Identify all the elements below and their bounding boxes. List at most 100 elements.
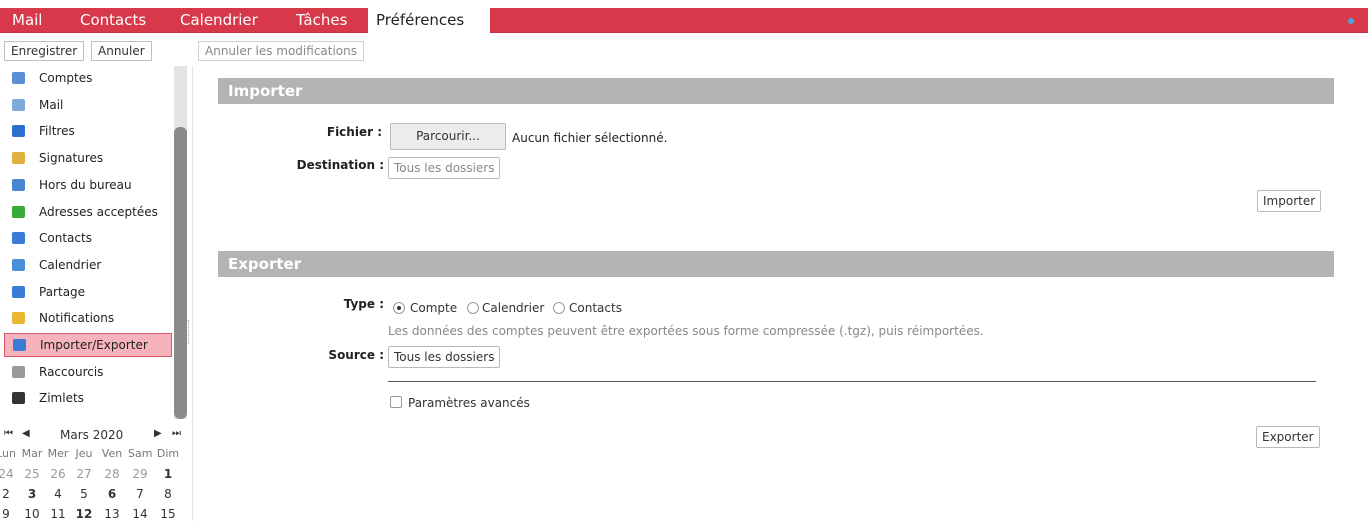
calendar-day[interactable]: 9 <box>0 507 18 521</box>
status-indicator-icon <box>1348 18 1354 24</box>
sidebar-item-zimlets[interactable]: Zimlets <box>4 386 172 410</box>
sidebar-item-hors-du-bureau[interactable]: Hors du bureau <box>4 173 172 197</box>
calendar-day[interactable]: 8 <box>156 487 180 501</box>
calendar-day[interactable]: 26 <box>46 467 70 481</box>
sidebar-item-comptes[interactable]: Comptes <box>4 66 172 90</box>
sidebar-item-notifications[interactable]: Notifications <box>4 306 172 330</box>
calendar-day[interactable]: 28 <box>100 467 124 481</box>
sidebar-item-label: Signatures <box>39 151 104 166</box>
advanced-settings-checkbox[interactable] <box>390 396 402 408</box>
calendar-icon <box>12 258 25 271</box>
type-contacts-label[interactable]: Contacts <box>569 301 622 315</box>
calendar-day[interactable]: 7 <box>128 487 152 501</box>
next-year-icon[interactable]: ⏭ <box>172 428 181 439</box>
calendar-day[interactable]: 12 <box>72 507 96 521</box>
sidebar-item-label: Adresses acceptées <box>39 204 158 219</box>
prev-month-icon[interactable]: ◀ <box>22 428 30 439</box>
panel-divider <box>192 66 193 521</box>
mini-calendar: ⏮ ◀ Mars 2020 ▶ ⏭ Lun Mar Mer Jeu Ven SamDim 2… <box>0 426 190 521</box>
import-section-header: Importer <box>218 78 1334 104</box>
export-button[interactable]: Exporter <box>1256 426 1320 448</box>
export-hint-text: Les données des comptes peuvent être exp… <box>388 324 984 338</box>
destination-label: Destination : <box>296 158 384 172</box>
signature-icon <box>12 152 25 165</box>
next-month-icon[interactable]: ▶ <box>154 428 162 439</box>
calendar-day[interactable]: 14 <box>128 507 152 521</box>
tab-contacts[interactable]: Contacts <box>72 8 154 32</box>
calendar-day[interactable]: 24 <box>0 467 18 481</box>
sidebar-item-contacts[interactable]: Contacts <box>4 226 172 250</box>
sidebar-item-label: Calendrier <box>39 257 102 272</box>
import-button[interactable]: Importer <box>1257 190 1322 212</box>
zimlet-icon <box>12 392 25 405</box>
source-folder-select[interactable]: Tous les dossiers <box>388 346 501 368</box>
sharing-icon <box>12 285 25 298</box>
calendar-day[interactable]: 5 <box>72 487 96 501</box>
sidebar-item-importer-exporter[interactable]: Importer/Exporter <box>4 333 172 357</box>
calendar-month-label[interactable]: Mars 2020 <box>60 428 123 442</box>
calendar-day[interactable]: 29 <box>128 467 152 481</box>
save-button[interactable]: Enregistrer <box>4 41 85 61</box>
sidebar-item-filtres[interactable]: Filtres <box>4 119 172 143</box>
type-calendar-label[interactable]: Calendrier <box>482 301 544 315</box>
calendar-day[interactable]: 10 <box>20 507 44 521</box>
bell-icon <box>12 312 25 325</box>
browse-file-button[interactable]: Parcourir... <box>390 123 506 150</box>
sidebar-item-signatures[interactable]: Signatures <box>4 146 172 170</box>
sidebar-item-label: Importer/Exporter <box>40 338 148 352</box>
weekday-header: Lun <box>0 447 16 460</box>
mail-icon <box>12 98 25 111</box>
keyboard-shortcut-icon <box>12 365 25 378</box>
calendar-day[interactable]: 13 <box>100 507 124 521</box>
out-of-office-icon <box>12 178 25 191</box>
trusted-shield-icon <box>12 205 25 218</box>
sidebar-item-label: Contacts <box>39 231 92 246</box>
destination-folder-select[interactable]: Tous les dossiers <box>388 157 501 179</box>
calendar-day[interactable]: 25 <box>20 467 44 481</box>
calendar-day[interactable]: 3 <box>20 487 44 501</box>
sidebar-item-partage[interactable]: Partage <box>4 280 172 304</box>
calendar-day[interactable]: 2 <box>0 487 18 501</box>
section-divider <box>388 381 1316 382</box>
weekday-header: Mer <box>47 447 69 460</box>
type-calendar-radio[interactable] <box>467 302 479 314</box>
sidebar-scroll-thumb[interactable] <box>174 127 187 419</box>
undo-changes-button[interactable]: Annuler les modifications <box>198 41 365 61</box>
contacts-icon <box>12 232 25 245</box>
sidebar-item-raccourcis[interactable]: Raccourcis <box>4 360 172 384</box>
calendar-day[interactable]: 11 <box>46 507 70 521</box>
weekday-header: Ven <box>101 447 123 460</box>
source-label: Source : <box>328 348 384 362</box>
cancel-button[interactable]: Annuler <box>91 41 152 61</box>
calendar-day[interactable]: 6 <box>100 487 124 501</box>
sidebar-item-label: Zimlets <box>39 391 84 406</box>
calendar-row: 9 10 11 12 13 14 15 <box>0 507 190 521</box>
sidebar-item-label: Filtres <box>39 124 75 139</box>
weekday-header: Mar <box>21 447 43 460</box>
sidebar-item-label: Partage <box>39 284 86 299</box>
prev-year-icon[interactable]: ⏮ <box>4 428 13 439</box>
tab-calendar[interactable]: Calendrier <box>172 8 266 32</box>
weekday-header: Dim <box>156 447 180 460</box>
tab-mail[interactable]: Mail <box>4 8 50 32</box>
weekday-header: Sam <box>128 447 153 460</box>
sidebar-item-label: Comptes <box>39 71 93 85</box>
sidebar-item-mail[interactable]: Mail <box>4 93 172 117</box>
type-contacts-radio[interactable] <box>553 302 565 314</box>
tab-tasks[interactable]: Tâches <box>288 8 355 32</box>
calendar-row: Lun Mar Mer Jeu Ven SamDim <box>0 447 190 465</box>
tab-preferences[interactable]: Préférences <box>368 8 490 33</box>
type-account-radio[interactable] <box>393 302 405 314</box>
calendar-day[interactable]: 4 <box>46 487 70 501</box>
calendar-day[interactable]: 1 <box>156 467 180 481</box>
weekday-header: Jeu <box>75 447 93 460</box>
filter-icon <box>12 125 25 138</box>
export-section-header: Exporter <box>218 251 1334 277</box>
preferences-sidebar: Comptes Mail Filtres Signatures Hors du bure… <box>0 66 188 418</box>
advanced-settings-label[interactable]: Paramètres avancés <box>408 396 530 410</box>
calendar-day[interactable]: 15 <box>156 507 180 521</box>
type-account-label[interactable]: Compte <box>410 301 457 315</box>
sidebar-item-calendrier[interactable]: Calendrier <box>4 253 172 277</box>
sidebar-item-adresses-acceptées[interactable]: Adresses acceptées <box>4 200 172 224</box>
calendar-day[interactable]: 27 <box>72 467 96 481</box>
